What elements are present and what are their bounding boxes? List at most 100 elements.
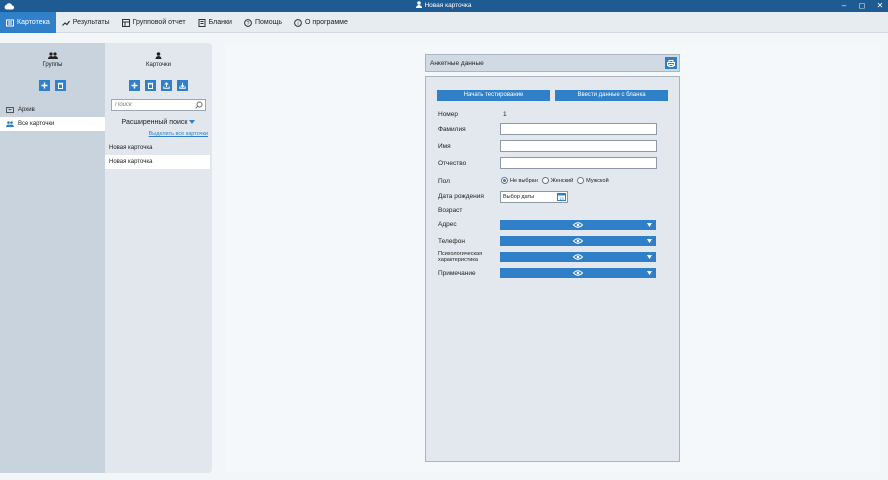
- tab-label: Групповой отчет: [132, 19, 186, 26]
- export-card-button[interactable]: [161, 80, 172, 91]
- groups-panel: Группы Архив Все карточки: [0, 43, 105, 473]
- form-header-title: Анкетные данные: [430, 60, 484, 67]
- group-item-label: Все карточки: [18, 121, 55, 127]
- age-label: Возраст: [438, 207, 463, 214]
- phone-label: Телефон: [438, 238, 465, 245]
- tab-label: Результаты: [72, 19, 110, 26]
- search-box: [111, 99, 206, 111]
- birthdate-picker[interactable]: Выбор даты 15: [500, 191, 568, 203]
- patronymic-field[interactable]: [500, 157, 657, 169]
- add-card-button[interactable]: [129, 80, 140, 91]
- delete-card-button[interactable]: [145, 80, 156, 91]
- chart-line-icon: [61, 20, 70, 26]
- svg-text:15: 15: [559, 196, 564, 201]
- caret-down-icon: [647, 271, 652, 275]
- select-all-link[interactable]: Выделить все карточки: [105, 131, 208, 137]
- tab-label: Бланки: [208, 19, 232, 26]
- profile-form: Анкетные данные Начать тестирование Ввес…: [425, 54, 680, 462]
- group-report-icon: [121, 18, 130, 27]
- eye-icon: [573, 254, 583, 260]
- group-item-all-cards[interactable]: Все карточки: [0, 117, 105, 131]
- window-title-text: Новая карточка: [424, 2, 472, 9]
- tab-label: Картотека: [17, 19, 50, 26]
- upload-icon: [163, 82, 170, 89]
- patronymic-label: Отчество: [438, 160, 467, 167]
- calendar-icon[interactable]: 15: [557, 193, 566, 201]
- phone-section-toggle[interactable]: [500, 236, 656, 246]
- svg-text:?: ?: [247, 21, 250, 27]
- tab-group-report[interactable]: Групповой отчет: [116, 12, 192, 33]
- printer-icon: [667, 59, 675, 67]
- radio-dot: [501, 177, 508, 184]
- maximize-button[interactable]: ◻: [858, 2, 866, 10]
- people-icon: [47, 52, 58, 59]
- radio-label: Не выбран: [510, 177, 538, 184]
- add-group-button[interactable]: [39, 80, 50, 91]
- form-body: Начать тестирование Ввести данные с блан…: [425, 76, 680, 462]
- print-button[interactable]: [665, 57, 677, 69]
- plus-icon: [131, 82, 138, 89]
- gender-radio-none[interactable]: Не выбран: [501, 177, 538, 184]
- start-test-button[interactable]: Начать тестирование: [437, 90, 550, 101]
- svg-text:i: i: [297, 21, 298, 27]
- import-card-button[interactable]: [177, 80, 188, 91]
- download-icon: [179, 82, 186, 89]
- gender-radio-group: Не выбран Женский Мужской: [501, 177, 609, 184]
- radio-dot: [577, 177, 585, 184]
- tab-help[interactable]: ? Помощь: [238, 12, 288, 33]
- name-field[interactable]: [500, 140, 657, 152]
- caret-down-icon: [647, 239, 652, 243]
- caret-down-icon: [647, 223, 652, 227]
- help-icon: ?: [244, 18, 252, 27]
- trash-icon: [57, 82, 64, 89]
- cards-title: Карточки: [145, 62, 172, 68]
- search-input[interactable]: [112, 100, 194, 110]
- card-list-item[interactable]: Новая карточка: [105, 141, 210, 155]
- eye-icon: [573, 222, 583, 228]
- groups-header: Группы: [0, 43, 105, 68]
- cards-panel: Карточки Расширенный поиск Выделить все …: [105, 43, 212, 473]
- name-label: Имя: [438, 143, 451, 150]
- address-label: Адрес: [438, 221, 457, 228]
- caret-down-icon: [647, 255, 652, 259]
- tab-label: Помощь: [254, 19, 283, 26]
- gender-radio-female[interactable]: Женский: [541, 177, 573, 184]
- forms-icon: [198, 18, 206, 27]
- eye-icon: [573, 270, 583, 276]
- birthdate-label: Дата рождения: [438, 193, 484, 200]
- note-label: Примечание: [438, 270, 476, 277]
- people-icon: [6, 121, 14, 127]
- minimize-button[interactable]: –: [840, 2, 848, 10]
- radio-dot: [541, 177, 549, 184]
- group-item-label: Архив: [18, 107, 35, 113]
- card-file-icon: [6, 19, 14, 26]
- groups-title: Группы: [42, 62, 63, 68]
- tab-kartoteka[interactable]: Картотека: [0, 12, 56, 33]
- search-icon[interactable]: [195, 101, 203, 109]
- psych-section-toggle[interactable]: [500, 252, 656, 262]
- gender-radio-male[interactable]: Мужской: [577, 177, 609, 184]
- tab-about[interactable]: i О программе: [288, 12, 354, 33]
- tab-results[interactable]: Результаты: [56, 12, 116, 33]
- delete-group-button[interactable]: [55, 80, 66, 91]
- surname-label: Фамилия: [438, 126, 466, 133]
- address-section-toggle[interactable]: [500, 220, 656, 230]
- group-item-archive[interactable]: Архив: [0, 103, 105, 117]
- user-icon: [416, 1, 423, 8]
- form-header: Анкетные данные: [425, 54, 680, 72]
- close-button[interactable]: ✕: [876, 2, 884, 10]
- plus-icon: [41, 82, 48, 89]
- birthdate-placeholder: Выбор даты: [503, 194, 535, 200]
- info-icon: i: [294, 18, 302, 27]
- advanced-search-label: Расширенный поиск: [121, 119, 188, 126]
- tab-forms[interactable]: Бланки: [192, 12, 238, 33]
- gender-label: Пол: [438, 178, 450, 185]
- title-bar: Новая карточка – ◻ ✕: [0, 0, 888, 12]
- card-list-item[interactable]: Новая карточка: [105, 155, 210, 169]
- note-section-toggle[interactable]: [500, 268, 656, 278]
- window-title: Новая карточка: [0, 1, 888, 11]
- surname-field[interactable]: [500, 123, 657, 135]
- enter-from-form-button[interactable]: Ввести данные с бланка: [555, 90, 668, 101]
- eye-icon: [573, 238, 583, 244]
- advanced-search-toggle[interactable]: Расширенный поиск: [105, 119, 212, 126]
